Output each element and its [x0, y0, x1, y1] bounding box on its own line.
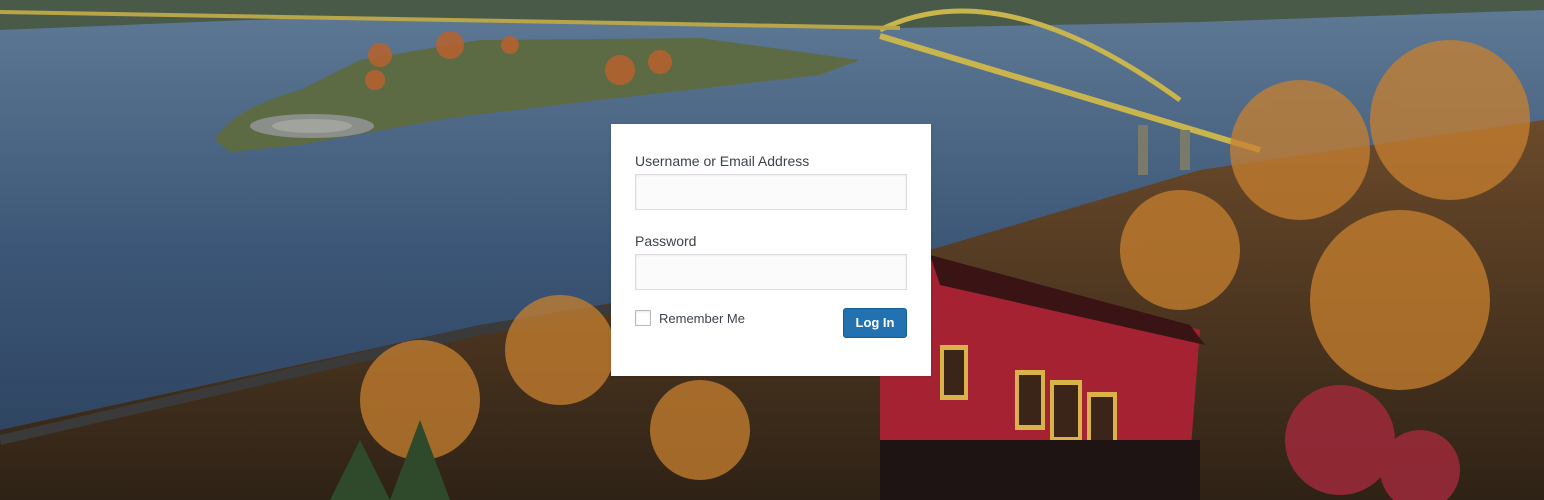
log-in-button[interactable]: Log In: [843, 308, 907, 338]
password-label: Password: [635, 233, 697, 249]
remember-me[interactable]: Remember Me: [635, 310, 745, 326]
login-form: Username or Email Address Password Remem…: [611, 124, 931, 376]
remember-me-checkbox[interactable]: [635, 310, 651, 326]
username-input[interactable]: [635, 174, 907, 210]
password-input[interactable]: [635, 254, 907, 290]
form-actions: Remember Me Log In: [635, 308, 907, 340]
username-label: Username or Email Address: [635, 153, 810, 169]
remember-me-label[interactable]: Remember Me: [659, 311, 745, 326]
